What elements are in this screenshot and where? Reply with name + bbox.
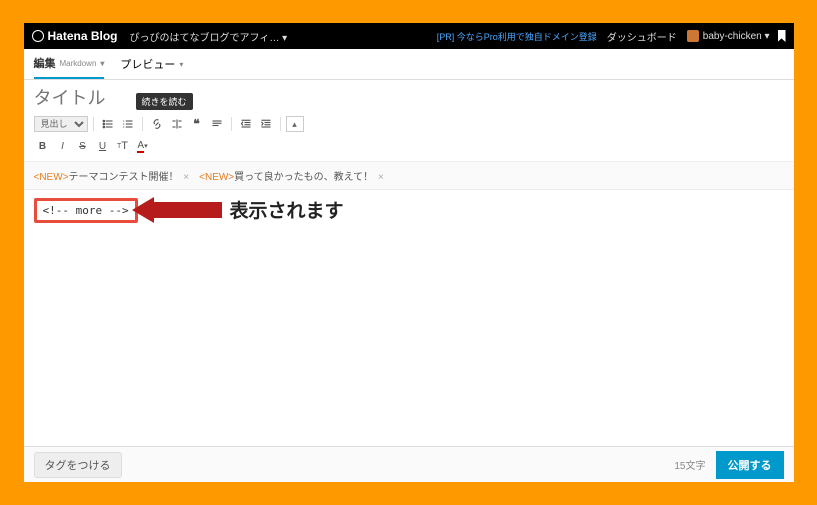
quote-icon[interactable]: ❝	[188, 115, 206, 133]
indent-icon[interactable]	[257, 115, 275, 133]
tab-edit-label: 編集	[34, 55, 56, 71]
topic-item[interactable]: <NEW>テーマコンテスト開催！ ×	[34, 168, 190, 183]
heading-select[interactable]: 見出し	[34, 116, 88, 132]
collapse-toolbar-icon[interactable]: ▴	[286, 116, 304, 132]
chevron-down-icon: ▾	[179, 60, 183, 69]
dashboard-link[interactable]: ダッシュボード	[607, 29, 677, 44]
footer-bar: タグをつける 15文字 公開する	[24, 446, 794, 482]
annotation-text: 表示されます	[230, 196, 344, 223]
underline-icon[interactable]: U	[94, 137, 112, 155]
char-count: 15文字	[674, 457, 705, 472]
logo-icon	[32, 30, 44, 42]
add-tag-button[interactable]: タグをつける	[34, 452, 122, 478]
username: baby-chicken ▾	[703, 31, 770, 42]
code-icon[interactable]	[208, 115, 226, 133]
unordered-list-icon[interactable]	[99, 115, 117, 133]
bold-icon[interactable]: B	[34, 137, 52, 155]
editor-toolbar: 見出し 123 ❝	[24, 113, 794, 162]
tabs-bar: 編集 Markdown ▾ プレビュー ▾	[24, 49, 794, 80]
avatar-icon	[687, 30, 699, 42]
tab-edit[interactable]: 編集 Markdown ▾	[34, 55, 105, 79]
read-more-tooltip: 続きを読む	[136, 93, 193, 110]
editor-body[interactable]: <!-- more --> 表示されます	[24, 190, 794, 446]
tab-preview-label: プレビュー	[120, 56, 175, 72]
font-color-icon[interactable]: A▾	[134, 137, 152, 155]
arrow-icon	[132, 197, 222, 223]
topics-bar: <NEW>テーマコンテスト開催！ × <NEW>買って良かったもの、教えて！ ×	[24, 162, 794, 190]
font-size-icon[interactable]: TT	[114, 137, 132, 155]
top-bar: Hatena Blog ぴっぴのはてなブログでアフィ… ▾ [PR] 今ならPr…	[24, 23, 794, 49]
edit-mode-label: Markdown	[60, 59, 97, 68]
tab-preview[interactable]: プレビュー ▾	[120, 56, 183, 78]
svg-text:3: 3	[122, 125, 124, 129]
publish-button[interactable]: 公開する	[716, 451, 784, 479]
read-more-icon[interactable]	[168, 115, 186, 133]
strike-icon[interactable]: S	[74, 137, 92, 155]
site-logo[interactable]: Hatena Blog	[32, 29, 118, 43]
close-icon[interactable]: ×	[183, 172, 189, 183]
promo-link[interactable]: [PR] 今ならPro利用で独自ドメイン登録	[437, 30, 597, 43]
user-menu[interactable]: baby-chicken ▾	[687, 30, 770, 42]
close-icon[interactable]: ×	[378, 172, 384, 183]
ordered-list-icon[interactable]: 123	[119, 115, 137, 133]
chevron-down-icon: ▾	[100, 59, 104, 68]
link-icon[interactable]	[148, 115, 166, 133]
more-tag-highlight: <!-- more -->	[34, 198, 138, 223]
blog-title-dropdown[interactable]: ぴっぴのはてなブログでアフィ… ▾	[130, 29, 288, 44]
annotation-arrow: 表示されます	[132, 196, 344, 223]
site-name: Hatena Blog	[48, 29, 118, 43]
bookmark-icon[interactable]	[778, 30, 786, 42]
topic-item[interactable]: <NEW>買って良かったもの、教えて！ ×	[199, 168, 384, 183]
italic-icon[interactable]: I	[54, 137, 72, 155]
outdent-icon[interactable]	[237, 115, 255, 133]
